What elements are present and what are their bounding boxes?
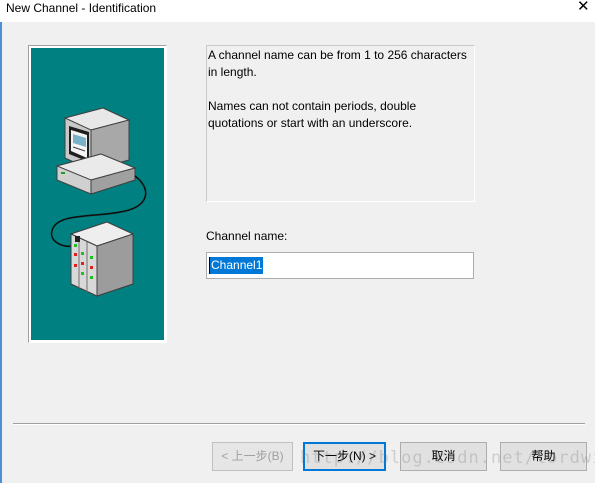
help-button[interactable]: 帮助 <box>500 442 587 471</box>
info-description-box: A channel name can be from 1 to 256 char… <box>206 45 475 202</box>
next-button[interactable]: 下一步(N) > <box>303 442 386 471</box>
wizard-illustration <box>31 48 164 340</box>
channel-name-value[interactable]: Channel1 <box>210 257 264 274</box>
info-text-rules: Names can not contain periods, double qu… <box>208 99 417 130</box>
footer-separator <box>13 423 585 425</box>
computer-device-illustration <box>50 107 147 297</box>
channel-name-input[interactable]: Channel1 <box>206 252 474 279</box>
computer-icon <box>55 107 137 195</box>
title-bar: New Channel - Identification ✕ <box>0 0 595 22</box>
cancel-button[interactable]: 取消 <box>400 442 487 471</box>
back-button[interactable]: < 上一步(B) <box>212 442 293 471</box>
wizard-illustration-panel <box>28 45 167 343</box>
window-title: New Channel - Identification <box>6 1 157 15</box>
close-button[interactable]: ✕ <box>577 0 590 14</box>
window-left-edge <box>0 22 2 483</box>
channel-name-label: Channel name: <box>206 229 288 243</box>
device-rack-icon <box>69 221 135 297</box>
info-text-length: A channel name can be from 1 to 256 char… <box>208 48 467 79</box>
